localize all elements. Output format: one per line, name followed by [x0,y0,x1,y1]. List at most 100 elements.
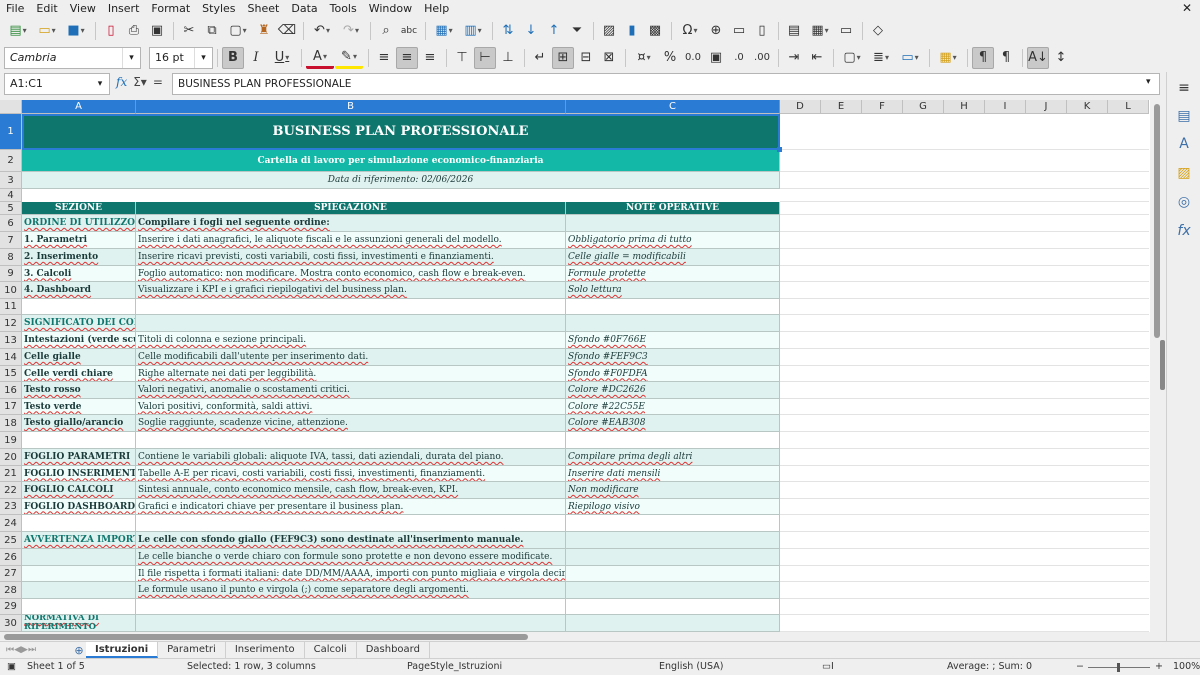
formula-input[interactable]: BUSINESS PLAN PROFESSIONALE [172,73,1160,95]
cell-a18[interactable]: Testo giallo/arancio [22,415,136,432]
menu-insert[interactable]: Insert [102,0,146,17]
merge-cells-icon[interactable]: ⊟ [575,47,597,69]
add-decimal-icon[interactable]: .0 [728,47,750,69]
cell-c19[interactable] [566,432,780,449]
cell-b21[interactable]: Tabelle A-E per ricavi, costi variabili,… [136,466,566,482]
cell-c13[interactable]: Sfondo #0F766E [566,332,780,349]
sort-ascending-icon[interactable]: ↓ [520,20,542,42]
menu-sheet[interactable]: Sheet [242,0,286,17]
row-header[interactable]: 10 [0,282,22,299]
row-header[interactable]: 5 [0,202,22,215]
insert-image-icon[interactable]: ▨ [598,20,620,42]
conditional-format-icon[interactable]: ▦ [934,47,962,69]
row-header[interactable]: 15 [0,366,22,382]
cell-a19[interactable] [22,432,136,449]
wrap-text-icon[interactable]: ↵ [529,47,551,69]
cell-a16[interactable]: Testo rosso [22,382,136,399]
cell-c24[interactable] [566,515,780,532]
navigator-icon[interactable]: ◎ [1174,192,1194,212]
font-size-box[interactable]: 16 pt ▾ [149,46,213,69]
cell-b10[interactable]: Visualizzare i KPI e i grafici riepiloga… [136,282,566,299]
cell-b6[interactable]: Compilare i fogli nel seguente ordine: [136,215,566,232]
cell-b7[interactable]: Inserire i dati anagrafici, le aliquote … [136,232,566,249]
row-header[interactable]: 20 [0,449,22,466]
row-header[interactable]: 16 [0,382,22,399]
tab-inserimento[interactable]: Inserimento [226,642,305,658]
cell-a17[interactable]: Testo verde [22,399,136,415]
row-header[interactable]: 25 [0,532,22,549]
menu-styles[interactable]: Styles [196,0,241,17]
cell-a6[interactable]: ORDINE DI UTILIZZO [22,215,136,232]
font-name-box[interactable]: Cambria ▾ [4,46,141,69]
redo-icon[interactable]: ↷ [337,20,365,42]
row-header[interactable]: 18 [0,415,22,432]
selection-mode-icon[interactable]: ▭I [822,661,834,672]
sidebar-resize-handle[interactable] [1160,340,1165,390]
undo-icon[interactable]: ↶ [308,20,336,42]
row-header[interactable]: 23 [0,499,22,515]
increase-indent-icon[interactable]: ⇥ [783,47,805,69]
column-icon[interactable]: ▥ [459,20,487,42]
cell-c17[interactable]: Colore #22C55E [566,399,780,415]
clear-formatting-icon[interactable]: ⌫ [276,20,298,42]
number-format-icon[interactable]: 0.0 [682,47,704,69]
cell-b23[interactable]: Grafici e indicatori chiave per presenta… [136,499,566,515]
cell-c28[interactable] [566,582,780,599]
cell-a25[interactable]: AVVERTENZA IMPORTANTE [22,532,136,549]
menu-hamburger-icon[interactable]: ≡ [1174,78,1194,98]
cell-b27[interactable]: Il file rispetta i formati italiani: dat… [136,566,566,582]
cell-b22[interactable]: Sintesi annuale, conto economico mensile… [136,482,566,499]
unmerge-cells-icon[interactable]: ⊠ [598,47,620,69]
cell-b16[interactable]: Valori negativi, anomalie o scostamenti … [136,382,566,399]
cell-a30[interactable]: NORMATIVA DI RIFERIMENTO [22,615,136,632]
border-style-icon[interactable]: ≣ [867,47,895,69]
chevron-down-icon[interactable]: ▾ [194,47,212,68]
copy-icon[interactable]: ⧉ [201,20,223,42]
tab-parametri[interactable]: Parametri [158,642,226,658]
column-header-i[interactable]: I [985,100,1026,114]
cell-a22[interactable]: FOGLIO CALCOLI [22,482,136,499]
align-left-icon[interactable]: ≡ [373,47,395,69]
row-header[interactable]: 7 [0,232,22,249]
align-top-icon[interactable]: ⊤ [451,47,473,69]
cell-c21[interactable]: Inserire dati mensili [566,466,780,482]
row-header[interactable]: 17 [0,399,22,415]
vertical-text-icon[interactable]: A↓ [1027,46,1049,69]
menu-help[interactable]: Help [418,0,455,17]
menu-data[interactable]: Data [285,0,323,17]
row-header[interactable]: 2 [0,150,22,172]
cell-b26[interactable]: Le celle bianche o verde chiaro con form… [136,549,566,566]
cell-a28[interactable] [22,582,136,599]
headers-footers-icon[interactable]: ▯ [751,20,773,42]
row-header[interactable]: 26 [0,549,22,566]
cell-b30[interactable] [136,615,566,632]
last-sheet-icon[interactable]: ⏭ [28,645,36,655]
cell-b13[interactable]: Titoli di colonna e sezione principali. [136,332,566,349]
cell-c16[interactable]: Colore #DC2626 [566,382,780,399]
chevron-down-icon[interactable]: ▾ [91,74,109,94]
save-icon[interactable]: ■ [62,20,90,42]
row-header[interactable]: 9 [0,266,22,282]
column-header-g[interactable]: G [903,100,944,114]
cell-a29[interactable] [22,599,136,615]
cell-a27[interactable] [22,566,136,582]
language-status[interactable]: English (USA) [659,661,723,672]
row-header[interactable]: 13 [0,332,22,349]
tab-istruzioni[interactable]: Istruzioni [86,642,159,658]
cell-b28[interactable]: Le formule usano il punto e virgola (;) … [136,582,566,599]
paste-icon[interactable]: ▢ [224,20,252,42]
expand-formula-bar-icon[interactable]: ▾ [1146,77,1151,87]
chevron-down-icon[interactable]: ▾ [122,47,140,68]
border-color-icon[interactable]: ▭ [896,47,924,69]
properties-icon[interactable]: ▤ [1174,106,1194,126]
sort-descending-icon[interactable]: ↑ [543,20,565,42]
row-header[interactable]: 29 [0,599,22,615]
first-sheet-icon[interactable]: ⏮ [6,645,14,655]
decrease-indent-icon[interactable]: ⇤ [806,47,828,69]
column-header-h[interactable]: H [944,100,985,114]
delete-decimal-icon[interactable]: .00 [751,47,773,69]
cell-a23[interactable]: FOGLIO DASHBOARD [22,499,136,515]
column-header-k[interactable]: K [1067,100,1108,114]
bold-icon[interactable]: B [222,46,244,69]
function-wizard-icon[interactable]: fx [116,75,127,89]
